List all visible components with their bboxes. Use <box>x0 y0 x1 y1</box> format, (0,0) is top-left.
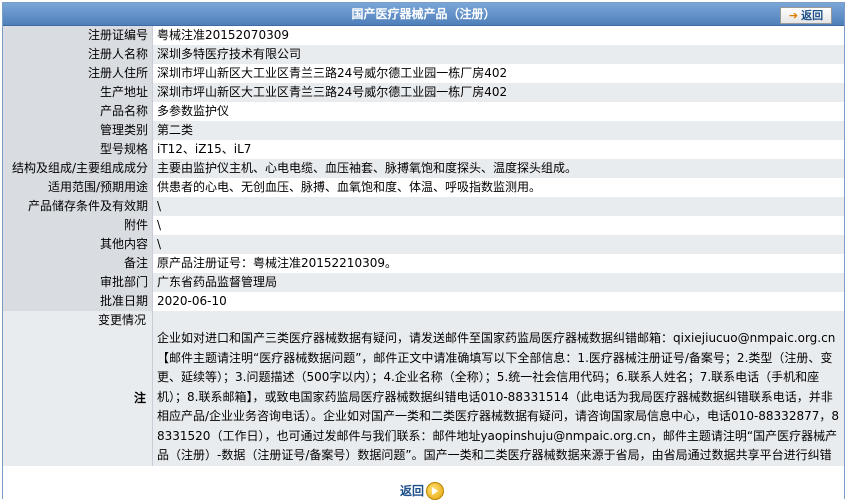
table-row: 审批部门 广东省药品监督管理局 <box>3 273 844 292</box>
row-label: 注册人名称 <box>3 45 153 64</box>
table-row: 备注 原产品注册证号：粤械注准20152210309。 <box>3 254 844 273</box>
note-value-cell: 企业如对进口和国产三类医疗器械数据有疑问，请发送邮件至国家药监局医疗器械数据纠错… <box>153 311 844 482</box>
table-row: 附件 \ <box>3 216 844 235</box>
row-value: \ <box>152 235 844 254</box>
page-title: 国产医疗器械产品（注册） <box>351 7 496 21</box>
row-value: 供患者的心电、无创血压、脉搏、血氧饱和度、体温、呼吸指数监测用。 <box>152 178 844 197</box>
row-value: 粤械注准20152070309 <box>152 26 844 45</box>
row-label: 产品储存条件及有效期 <box>3 197 153 216</box>
row-value: iT12、iZ15、iL7 <box>152 140 844 159</box>
row-label: 审批部门 <box>3 273 153 292</box>
table-row: 产品名称 多参数监护仪 <box>3 102 844 121</box>
row-value: 主要由监护仪主机、心电电缆、血压袖套、脉搏氧饱和度探头、温度探头组成。 <box>152 159 844 178</box>
table-row: 适用范围/预期用途 供患者的心电、无创血压、脉搏、血氧饱和度、体温、呼吸指数监测用… <box>3 178 844 197</box>
row-value: 深圳市坪山新区大工业区青兰三路24号威尔德工业园一栋厂房402 <box>152 64 844 83</box>
note-label-cell: 变更情况 注 <box>3 311 153 466</box>
table-row: 注册证编号 粤械注准20152070309 <box>3 26 844 45</box>
table-row: 注册人住所 深圳市坪山新区大工业区青兰三路24号威尔德工业园一栋厂房402 <box>3 64 844 83</box>
row-label: 适用范围/预期用途 <box>3 178 153 197</box>
row-label: 注册人住所 <box>3 64 153 83</box>
note-label: 注 <box>133 391 146 405</box>
row-value: 深圳多特医疗技术有限公司 <box>152 45 844 64</box>
table-row: 注册人名称 深圳多特医疗技术有限公司 <box>3 45 844 64</box>
back-button-bottom[interactable]: 返回 <box>400 480 444 500</box>
row-label: 产品名称 <box>3 102 153 121</box>
row-label: 附件 <box>3 216 153 235</box>
row-label: 管理类别 <box>3 121 153 140</box>
row-label: 结构及组成/主要组成成分 <box>3 159 153 178</box>
table-row: 批准日期 2020-06-10 <box>3 292 844 311</box>
table-row: 管理类别 第二类 <box>3 121 844 140</box>
row-label: 型号规格 <box>3 140 153 159</box>
note-section: 变更情况 注 企业如对进口和国产三类医疗器械数据有疑问，请发送邮件至国家药监局医… <box>3 311 844 482</box>
row-value: 深圳市坪山新区大工业区青兰三路24号威尔德工业园一栋厂房402 <box>152 83 844 102</box>
back-button-bottom-label: 返回 <box>400 484 425 498</box>
row-label: 注册证编号 <box>3 26 153 45</box>
row-value: 第二类 <box>152 121 844 140</box>
play-circle-icon <box>426 482 444 500</box>
row-value: 多参数监护仪 <box>152 102 844 121</box>
table-row: 产品储存条件及有效期 \ <box>3 197 844 216</box>
title-bar: 国产医疗器械产品（注册） ➔ 返回 <box>3 3 844 26</box>
row-value: \ <box>152 197 844 216</box>
row-value: 广东省药品监督管理局 <box>152 273 844 292</box>
row-value: 2020-06-10 <box>152 292 844 311</box>
row-label: 生产地址 <box>3 83 153 102</box>
table-row: 其他内容 \ <box>3 235 844 254</box>
row-value: \ <box>152 216 844 235</box>
note-text: 企业如对进口和国产三类医疗器械数据有疑问，请发送邮件至国家药监局医疗器械数据纠错… <box>157 331 839 482</box>
row-value: 原产品注册证号：粤械注准20152210309。 <box>152 254 844 273</box>
row-label: 批准日期 <box>3 292 153 311</box>
detail-table: 注册证编号 粤械注准20152070309 注册人名称 深圳多特医疗技术有限公司 注册人… <box>3 26 844 330</box>
table-row: 生产地址 深圳市坪山新区大工业区青兰三路24号威尔德工业园一栋厂房402 <box>3 83 844 102</box>
table-row: 型号规格 iT12、iZ15、iL7 <box>3 140 844 159</box>
row-label: 备注 <box>3 254 153 273</box>
change-label: 变更情况 <box>97 313 146 327</box>
arrow-right-icon: ➔ <box>788 9 799 22</box>
table-row: 结构及组成/主要组成成分 主要由监护仪主机、心电电缆、血压袖套、脉搏氧饱和度探头、… <box>3 159 844 178</box>
row-label: 其他内容 <box>3 235 153 254</box>
back-button-top[interactable]: ➔ 返回 <box>780 7 832 24</box>
back-button-top-label: 返回 <box>801 9 824 22</box>
